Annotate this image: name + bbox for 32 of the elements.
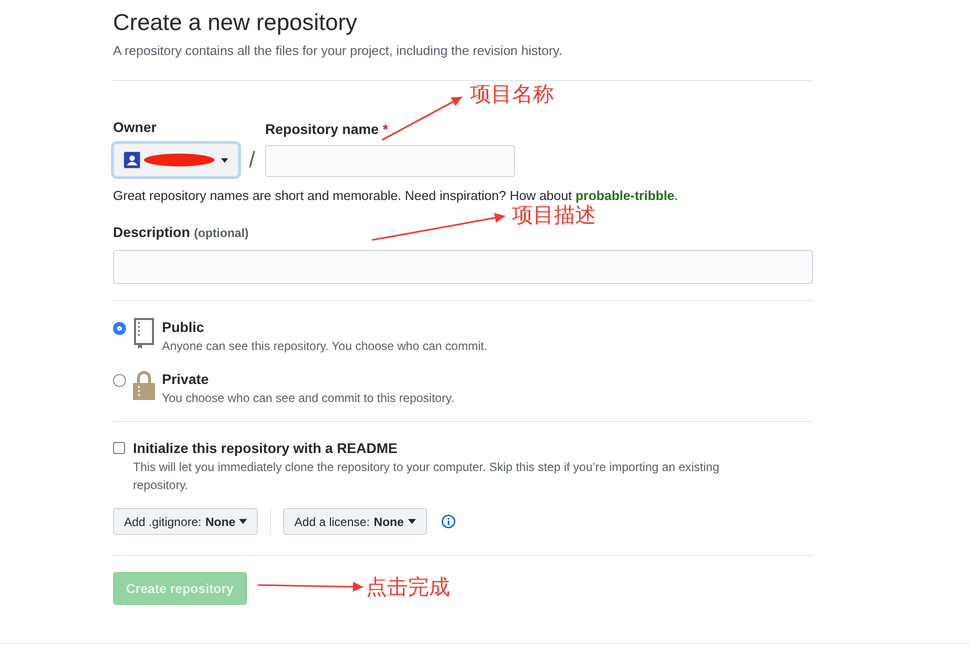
caret-icon	[239, 519, 248, 524]
info-icon[interactable]	[440, 514, 456, 529]
owner-dropdown[interactable]	[113, 143, 239, 177]
annotation-label: 点击完成	[366, 574, 450, 601]
suggestion-link[interactable]: probable-tribble	[575, 188, 674, 203]
readme-label: Initialize this repository with a README	[133, 439, 398, 458]
visibility-label: Public	[162, 318, 206, 337]
radio-button[interactable]	[113, 374, 126, 387]
template-dropdown[interactable]: Add .gitignore: None	[113, 508, 258, 535]
avatar-icon	[124, 151, 140, 169]
visibility-label: Private	[162, 370, 210, 389]
repository-name-field[interactable]	[265, 145, 516, 177]
annotation-label: 项目名称	[470, 81, 554, 108]
annotation-label: 项目描述	[512, 203, 596, 229]
radio-button[interactable]	[113, 322, 126, 335]
readme-description: This will let you immediately clone the repository to your computer. Skip this step if you’re importing an existing repository.	[133, 459, 720, 494]
page-subtitle: A repository contains all the files for your project, including the revision history.	[113, 42, 564, 60]
path-separator: /	[248, 146, 256, 174]
description-field[interactable]	[113, 250, 813, 284]
lock-icon	[132, 369, 156, 401]
template-dropdown[interactable]: Add a license: None	[283, 508, 427, 535]
description-label: Description (optional)	[113, 223, 249, 242]
repository-name-label: Repository name *	[265, 120, 388, 139]
owner-label: Owner	[113, 118, 157, 137]
caret-icon	[220, 158, 228, 162]
book-icon	[132, 317, 156, 349]
name-hint: Great repository names are short and memorable. Need inspiration? How about probable-tribble.	[113, 187, 680, 204]
readme-checkbox[interactable]	[113, 442, 125, 454]
caret-icon	[408, 519, 416, 524]
visibility-description: Anyone can see this repository. You choose who can commit.	[162, 338, 488, 355]
visibility-description: You choose who can see and commit to this repository.	[162, 390, 454, 407]
page-title: Create a new repository	[113, 8, 358, 36]
